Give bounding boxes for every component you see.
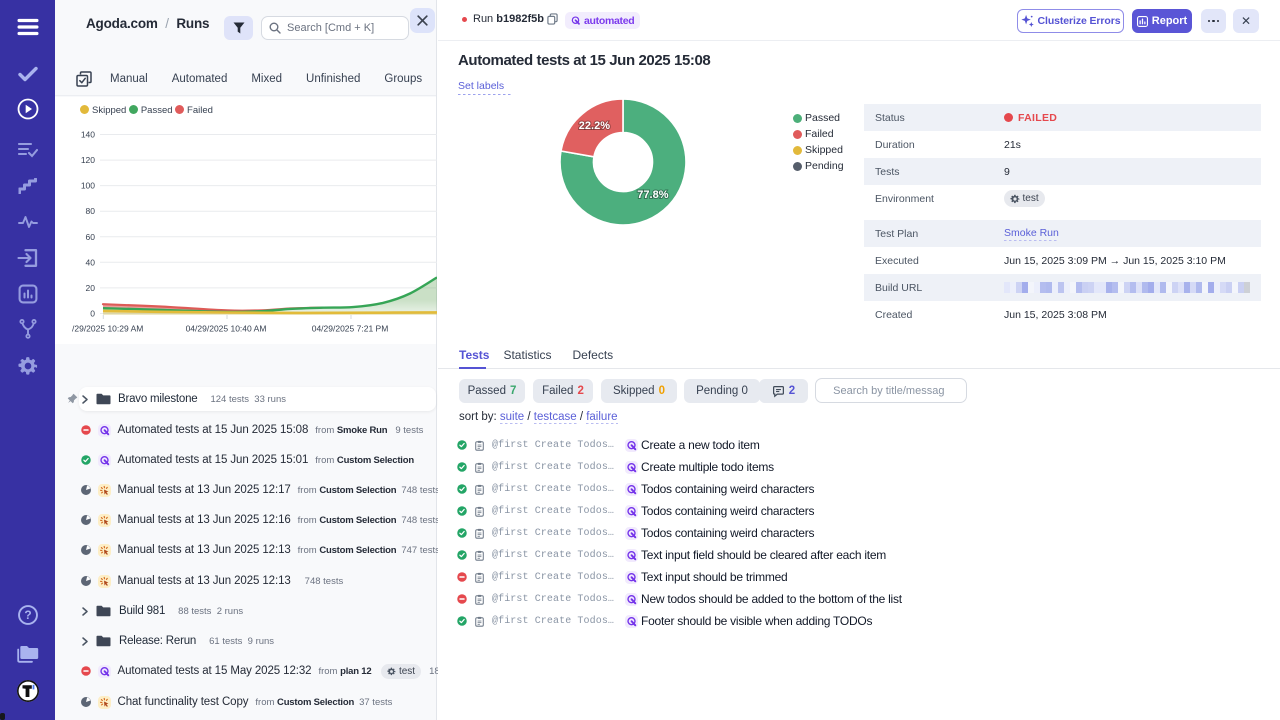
svg-text:0: 0 bbox=[90, 309, 95, 319]
svg-text:04/29/2025 7:21 PM: 04/29/2025 7:21 PM bbox=[312, 324, 389, 334]
svg-text:04/29/2025 10:40 AM: 04/29/2025 10:40 AM bbox=[186, 324, 267, 334]
svg-text:?: ? bbox=[24, 608, 31, 622]
svg-text:40: 40 bbox=[86, 257, 96, 267]
svg-text:120: 120 bbox=[81, 155, 95, 165]
svg-text:77.8%: 77.8% bbox=[637, 189, 668, 201]
svg-text:20: 20 bbox=[86, 283, 96, 293]
svg-text:/29/2025 10:29 AM: /29/2025 10:29 AM bbox=[72, 324, 143, 334]
svg-text:140: 140 bbox=[81, 130, 95, 140]
svg-text:100: 100 bbox=[81, 181, 95, 191]
svg-text:22.2%: 22.2% bbox=[579, 120, 610, 132]
svg-text:60: 60 bbox=[86, 232, 96, 242]
svg-text:80: 80 bbox=[86, 206, 96, 216]
